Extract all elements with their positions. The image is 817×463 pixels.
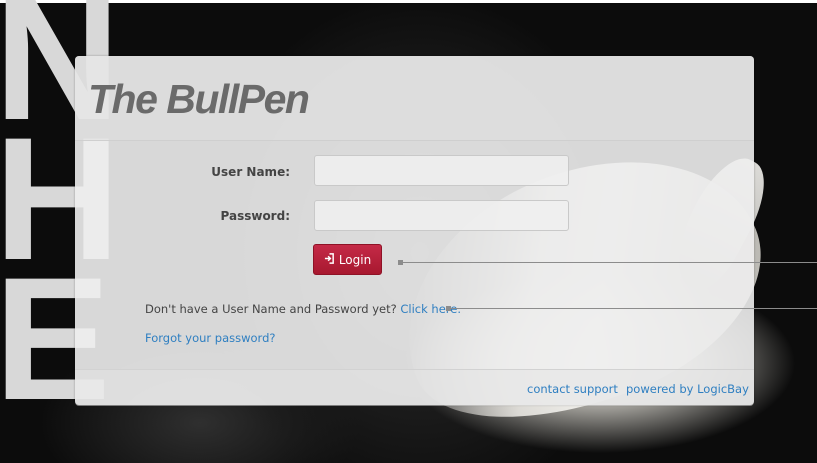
forgot-password-link[interactable]: Forgot your password? xyxy=(145,331,275,345)
login-page: N H E The BullPen User Name: Password: L… xyxy=(0,0,817,463)
username-input[interactable] xyxy=(314,155,569,186)
password-label: Password: xyxy=(220,209,291,223)
signup-link[interactable]: Click here. xyxy=(400,302,461,316)
login-arrow-icon xyxy=(324,253,335,266)
powered-by-link[interactable]: powered by LogicBay xyxy=(626,382,749,396)
username-label: User Name: xyxy=(211,165,290,179)
card-header: The BullPen xyxy=(75,56,754,141)
signup-text: Don't have a User Name and Password yet?… xyxy=(145,302,461,316)
card-footer: contact support powered by LogicBay xyxy=(75,369,754,406)
brand-logo: The BullPen xyxy=(88,76,310,122)
login-button[interactable]: Login xyxy=(313,244,382,275)
signup-prompt: Don't have a User Name and Password yet? xyxy=(145,302,397,316)
callout-line xyxy=(451,308,817,309)
login-card: The BullPen User Name: Password: Login D… xyxy=(75,56,754,406)
password-input[interactable] xyxy=(314,200,569,231)
login-label: Login xyxy=(338,252,372,267)
callout-line xyxy=(403,262,817,263)
contact-support-link[interactable]: contact support xyxy=(527,382,618,396)
